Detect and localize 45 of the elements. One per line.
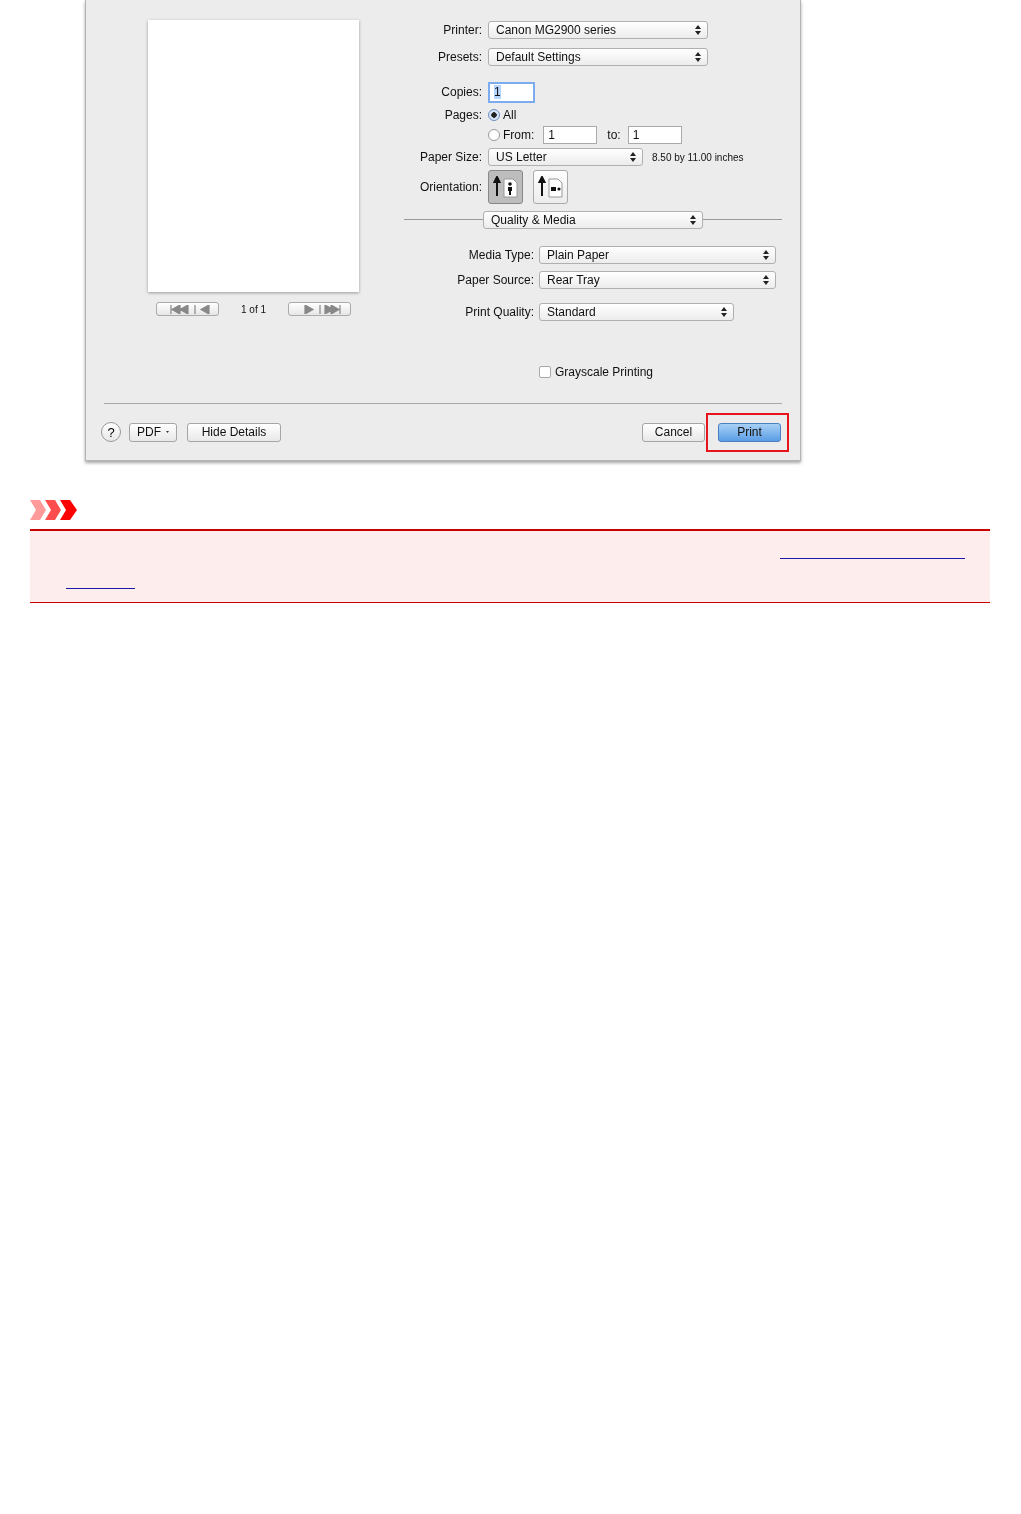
- important-chevrons-icon: [30, 500, 78, 520]
- help-button[interactable]: ?: [101, 422, 121, 443]
- paper-source-dropdown[interactable]: Rear Tray: [539, 271, 776, 289]
- printer-dropdown[interactable]: Canon MG2900 series: [488, 21, 708, 39]
- field-label: Orientation:: [418, 180, 482, 194]
- landscape-person-icon: [537, 176, 564, 198]
- portrait-button[interactable]: [488, 170, 523, 204]
- presets-dropdown[interactable]: Default Settings: [488, 48, 708, 66]
- print-quality-dropdown[interactable]: Standard: [539, 303, 734, 321]
- stepper-icon: [695, 52, 701, 62]
- stepper-icon: [695, 25, 701, 35]
- to-label: to:: [607, 128, 621, 142]
- paper-size-note: 8.50 by 11.00 inches: [652, 151, 744, 163]
- next-page-button[interactable]: [288, 302, 351, 316]
- page-range-radio[interactable]: From:: [488, 128, 535, 142]
- panel-dropdown[interactable]: Quality & Media: [483, 210, 703, 229]
- stepper-icon: [721, 307, 727, 317]
- field-label: Presets:: [437, 50, 482, 64]
- field-label: Paper Source:: [456, 273, 534, 287]
- stepper-icon: [690, 214, 696, 225]
- to-page-field[interactable]: 1: [627, 126, 682, 144]
- all-pages-radio[interactable]: All: [488, 108, 517, 122]
- hide-details-button[interactable]: Hide Details: [187, 422, 281, 442]
- copies-field[interactable]: 1: [488, 81, 535, 103]
- stepper-icon: [763, 275, 769, 285]
- field-label: Media Type:: [467, 248, 534, 262]
- pdf-menu-button[interactable]: PDF: [129, 422, 177, 442]
- stepper-icon: [630, 152, 636, 162]
- field-label: Printer:: [442, 23, 482, 37]
- previous-page-button[interactable]: [156, 302, 219, 316]
- cancel-button[interactable]: Cancel: [642, 422, 705, 442]
- paper-size-dropdown[interactable]: US Letter: [488, 148, 643, 166]
- field-label: Copies:: [440, 85, 482, 99]
- print-button[interactable]: Print: [718, 422, 781, 442]
- media-type-dropdown[interactable]: Plain Paper: [539, 246, 776, 264]
- portrait-person-icon: [492, 176, 519, 198]
- field-label: Pages:: [443, 108, 482, 122]
- from-page-field[interactable]: 1: [543, 126, 598, 144]
- field-label: Print Quality:: [464, 305, 534, 319]
- link-underline: [66, 588, 135, 590]
- field-label: Paper Size:: [418, 150, 482, 164]
- grayscale-checkbox[interactable]: Grayscale Printing: [539, 365, 654, 379]
- stepper-icon: [763, 250, 769, 260]
- page-indicator: 1 of 1: [240, 303, 267, 315]
- landscape-button[interactable]: [533, 170, 568, 204]
